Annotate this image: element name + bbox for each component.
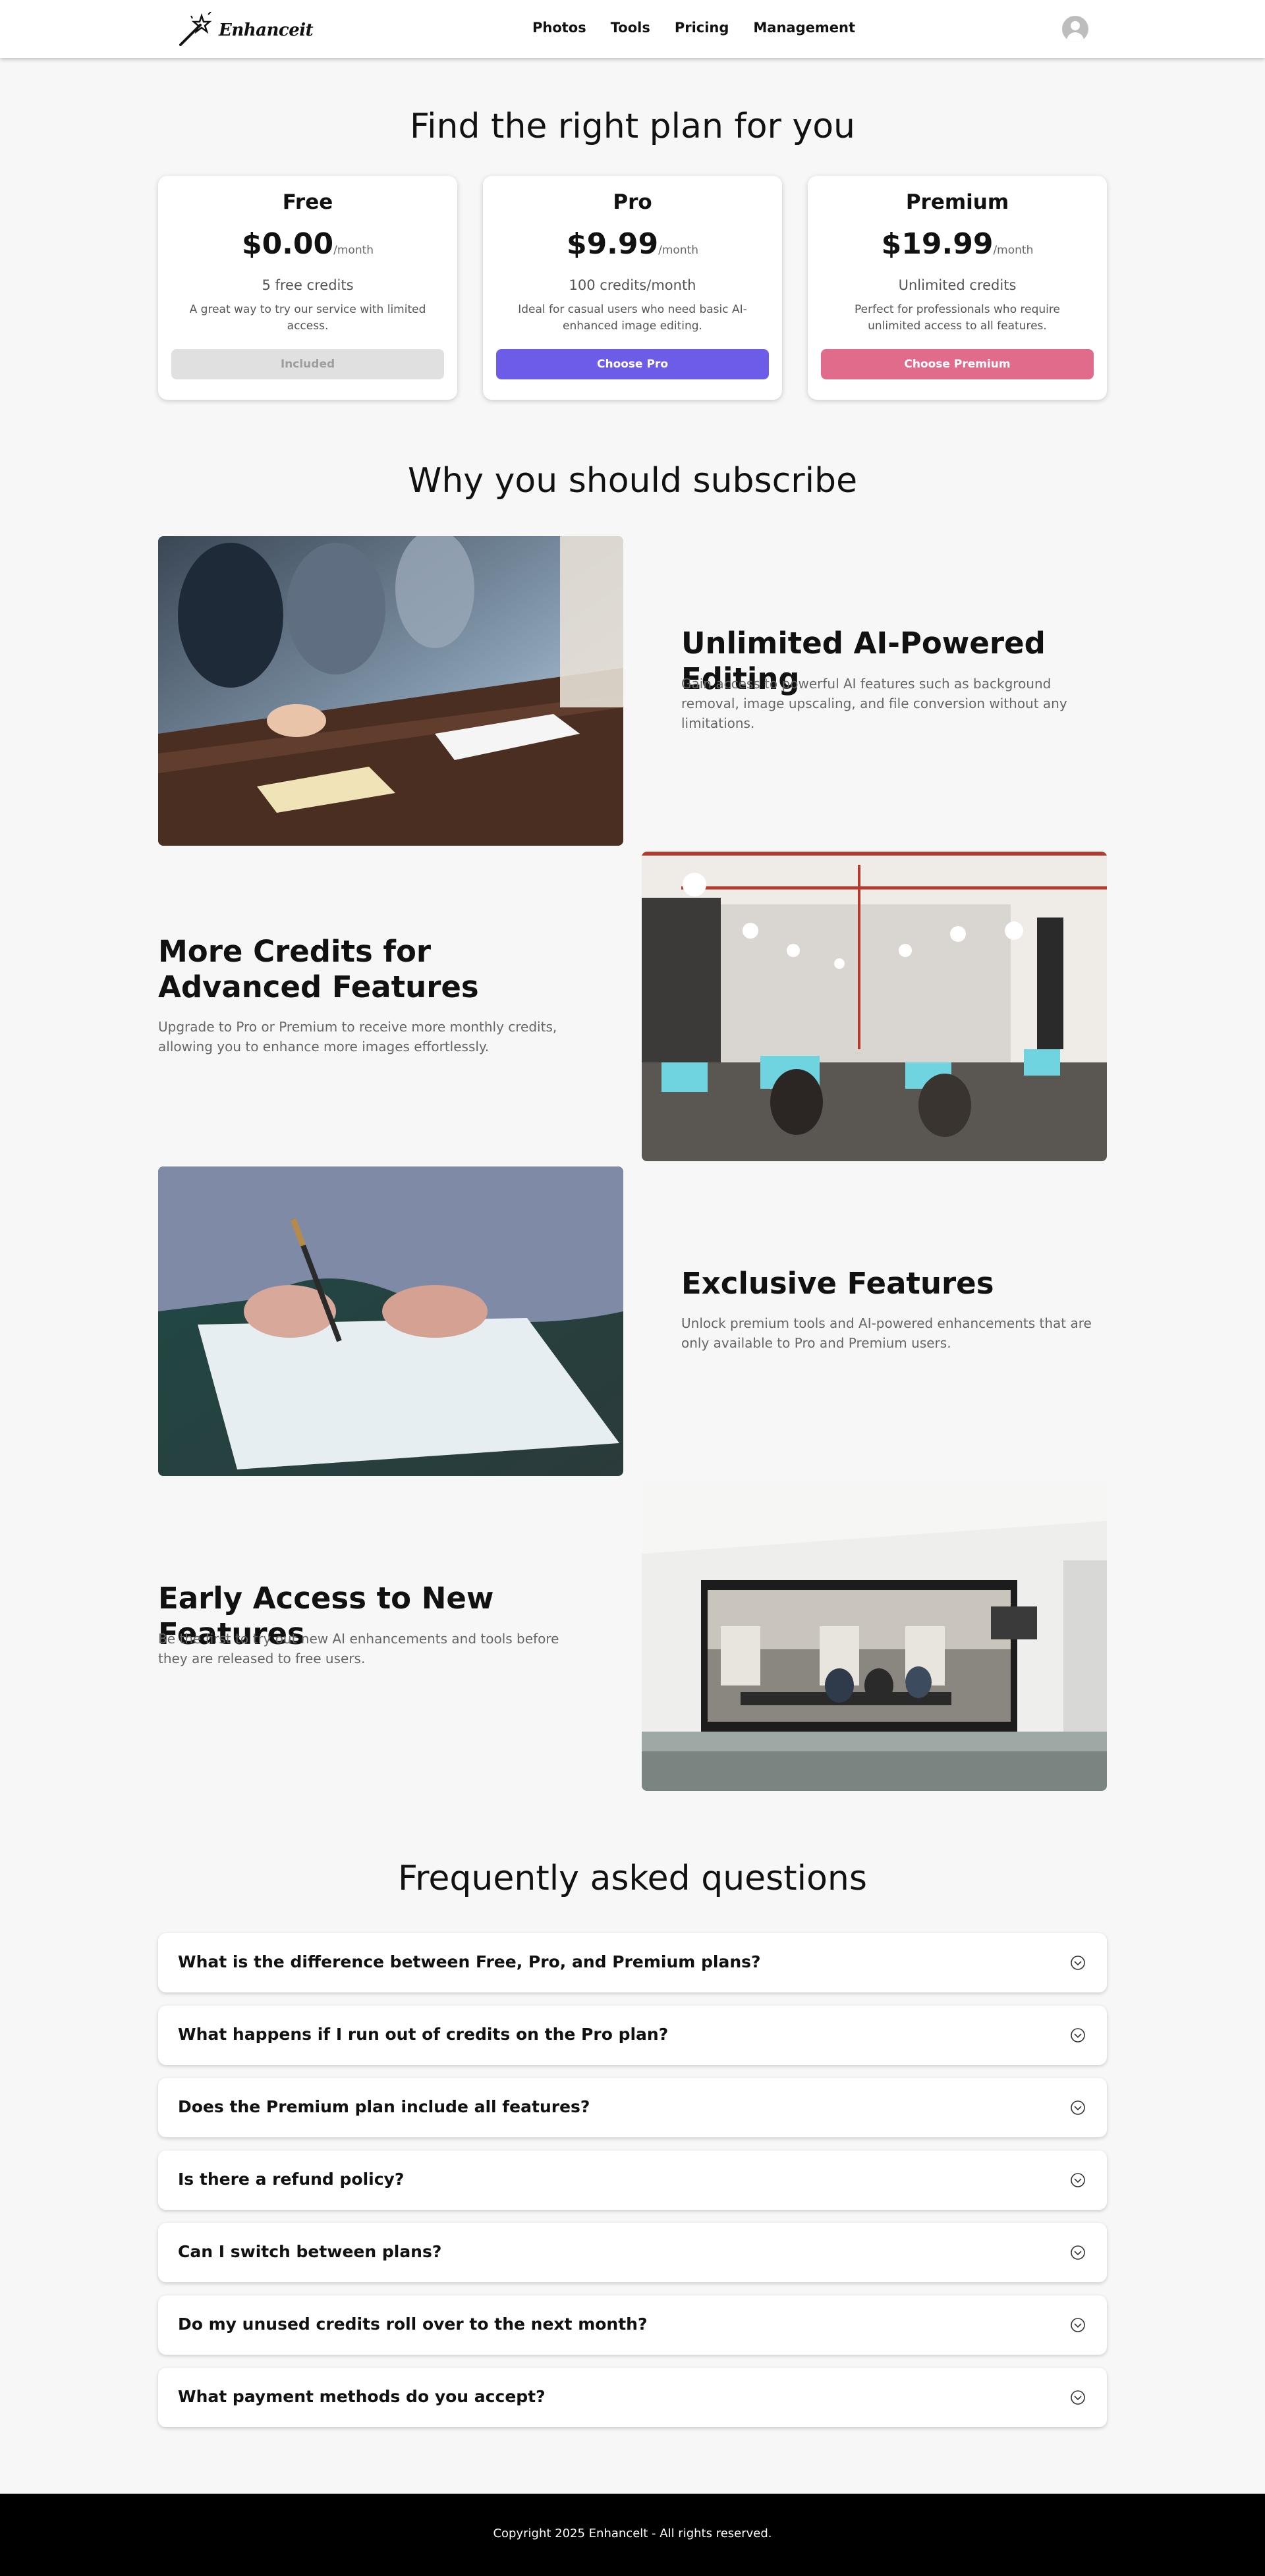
plan-card-free: Free $0.00/month 5 free credits A great … — [158, 176, 457, 400]
nav-link-tools[interactable]: Tools — [611, 20, 650, 36]
faq-question: What payment methods do you accept? — [178, 2387, 546, 2406]
faq-item[interactable]: What is the difference between Free, Pro… — [158, 1933, 1107, 1992]
copyright-text: Copyright 2025 Enhancelt - All rights re… — [493, 2527, 772, 2540]
feature-description: Unlock premium tools and AI-powered enha… — [681, 1315, 1092, 1351]
nav-link-pricing[interactable]: Pricing — [675, 20, 729, 36]
faq-question: Can I switch between plans? — [178, 2242, 442, 2261]
feature-title: More Credits for Advanced Features — [158, 934, 479, 1004]
faq-item[interactable]: Does the Premium plan include all featur… — [158, 2078, 1107, 2137]
feature-image-signing — [158, 1166, 623, 1476]
footer: Copyright 2025 Enhancelt - All rights re… — [0, 2494, 1265, 2576]
magic-wand-icon — [179, 12, 212, 46]
plan-price: $19.99/month — [881, 227, 1034, 261]
plan-card-premium: Premium $19.99/month Unlimited credits P… — [808, 176, 1107, 400]
plan-description: Perfect for professionals who require un… — [855, 303, 1060, 333]
chevron-down-icon — [1071, 2028, 1085, 2042]
feature-title: Exclusive Features — [681, 1266, 994, 1301]
feature-description: Be the first to try out new AI enhanceme… — [158, 1631, 559, 1666]
faq-question: Is there a refund policy? — [178, 2170, 405, 2189]
plan-name: Pro — [613, 190, 652, 214]
faq-item[interactable]: Is there a refund policy? — [158, 2151, 1107, 2210]
plan-credits: 5 free credits — [262, 277, 354, 293]
plan-name: Premium — [905, 190, 1009, 214]
brand-logo[interactable]: Enhanceit — [177, 12, 314, 49]
plan-description: Ideal for casual users who need basic AI… — [518, 303, 747, 333]
included-button[interactable]: Included — [171, 349, 444, 379]
faq-item[interactable]: Can I switch between plans? — [158, 2223, 1107, 2282]
plan-credits: 100 credits/month — [569, 277, 696, 293]
feature-description: Upgrade to Pro or Premium to receive mor… — [158, 1019, 557, 1055]
faq-question: Does the Premium plan include all featur… — [178, 2097, 590, 2116]
pricing-heading: Find the right plan for you — [409, 107, 856, 146]
chevron-down-icon — [1071, 2390, 1085, 2405]
faq-question: Do my unused credits roll over to the ne… — [178, 2315, 648, 2334]
feature-image-office — [642, 852, 1107, 1161]
chevron-down-icon — [1071, 1956, 1085, 1970]
chevron-down-icon — [1071, 2318, 1085, 2332]
choose-premium-button[interactable]: Choose Premium — [821, 349, 1094, 379]
faq-question: What is the difference between Free, Pro… — [178, 1952, 761, 1971]
feature-image-meeting-table — [158, 536, 623, 846]
nav-links: Photos Tools Pricing Management — [532, 20, 880, 36]
brand-name: Enhanceit — [219, 20, 314, 40]
chevron-down-icon — [1071, 2100, 1085, 2115]
plan-name: Free — [282, 190, 333, 214]
plan-card-pro: Pro $9.99/month 100 credits/month Ideal … — [483, 176, 782, 400]
nav-link-photos[interactable]: Photos — [532, 20, 586, 36]
nav-link-management[interactable]: Management — [753, 20, 855, 36]
plan-description: A great way to try our service with limi… — [189, 303, 426, 333]
plan-price: $9.99/month — [566, 227, 699, 261]
chevron-down-icon — [1071, 2173, 1085, 2187]
faq-heading: Frequently asked questions — [398, 1859, 867, 1898]
chevron-down-icon — [1071, 2245, 1085, 2260]
faq-item[interactable]: What payment methods do you accept? — [158, 2368, 1107, 2427]
faq-item[interactable]: Do my unused credits roll over to the ne… — [158, 2295, 1107, 2355]
feature-description: Gain access to powerful AI features such… — [681, 676, 1067, 731]
faq-question: What happens if I run out of credits on … — [178, 2025, 669, 2044]
feature-image-conference-room — [642, 1481, 1107, 1791]
faq-item[interactable]: What happens if I run out of credits on … — [158, 2006, 1107, 2065]
why-heading: Why you should subscribe — [407, 461, 858, 501]
plan-price: $0.00/month — [241, 227, 374, 261]
choose-pro-button[interactable]: Choose Pro — [496, 349, 769, 379]
top-navbar: Enhanceit Photos Tools Pricing Managemen… — [0, 0, 1265, 58]
user-avatar-icon[interactable] — [1062, 16, 1088, 42]
plan-credits: Unlimited credits — [898, 277, 1017, 293]
